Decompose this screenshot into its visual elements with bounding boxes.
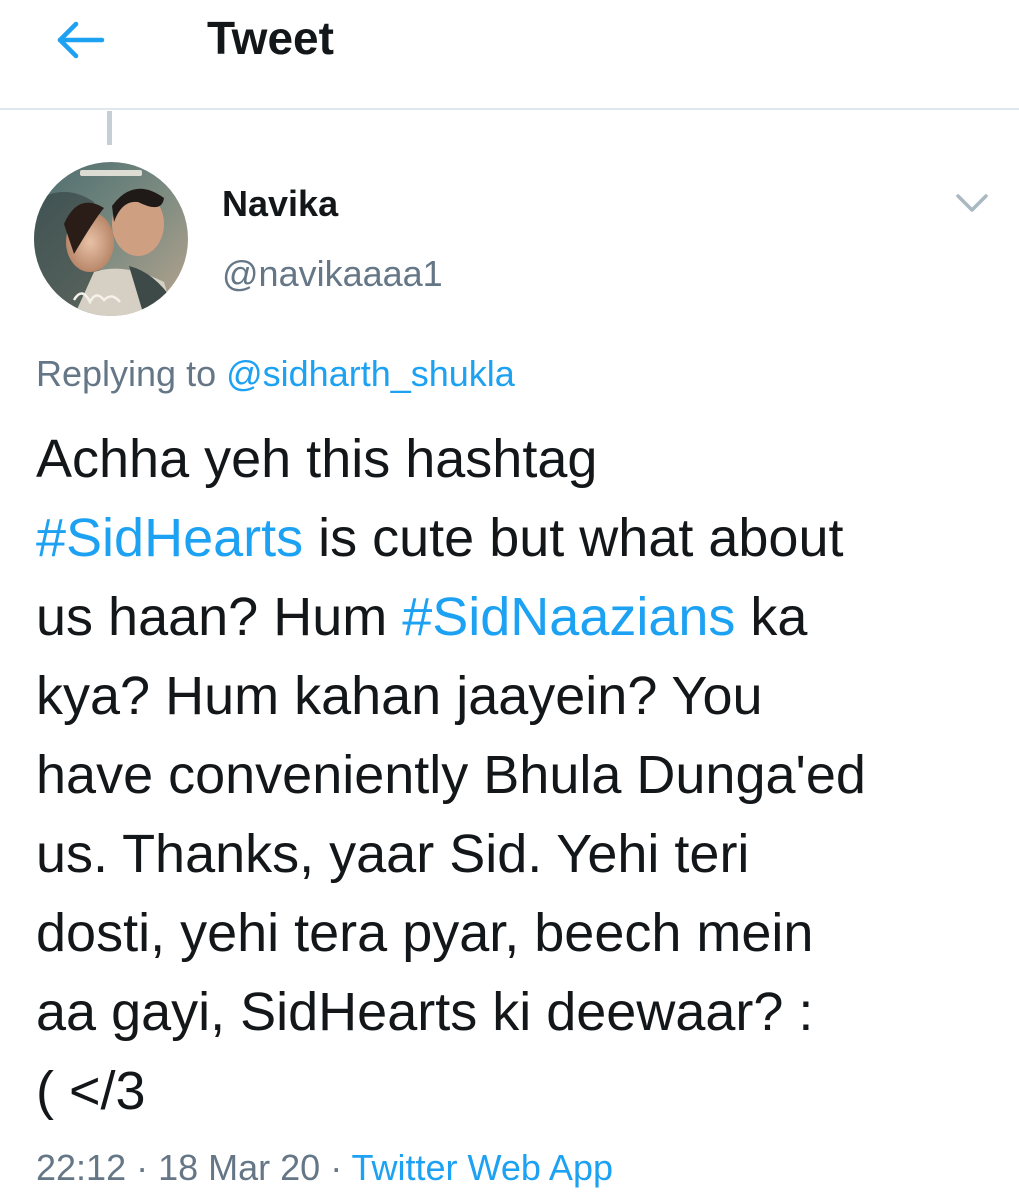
tweet-meta: 22:12 · 18 Mar 20 · Twitter Web App [36,1146,613,1190]
chevron-down-icon [952,186,992,220]
tweet-time: 22:12 [36,1147,127,1188]
tweet-text-segment: Achha yeh this hashtag [36,429,598,489]
tweet-line: ( </3 [36,1052,996,1131]
meta-separator: · [320,1147,352,1188]
tweet-text-segment: is cute but what about [303,508,844,568]
replying-prefix: Replying to [36,353,227,394]
tweet-line: dosti, yehi tera pyar, beech mein [36,894,996,973]
author-handle[interactable]: @navikaaaa1 [222,252,443,296]
tweet-source-link[interactable]: Twitter Web App [352,1147,613,1188]
hashtag-link[interactable]: #SidHearts [36,508,303,568]
replying-to: Replying to @sidharth_shukla [36,352,515,396]
tweet-line: #SidHearts is cute but what about [36,499,996,578]
avatar[interactable] [34,162,188,316]
tweet-text-segment: us. Thanks, yaar Sid. Yehi teri [36,824,750,884]
tweet-line: us haan? Hum #SidNaazians ka [36,578,996,657]
meta-separator: · [126,1147,159,1188]
thread-connector [107,111,112,145]
tweet-text-segment: aa gayi, SidHearts ki deewaar? : [36,982,814,1042]
tweet-line: aa gayi, SidHearts ki deewaar? : [36,973,996,1052]
tweet-line: us. Thanks, yaar Sid. Yehi teri [36,815,996,894]
replying-to-link[interactable]: @sidharth_shukla [226,353,515,394]
tweet-text-segment: have conveniently Bhula Dunga'ed [36,745,866,805]
tweet-body: Achha yeh this hashtag #SidHearts is cute… [36,420,996,1131]
tweet-text-segment: dosti, yehi tera pyar, beech mein [36,903,814,963]
tweet-text-segment: ka [735,587,808,647]
tweet-text-segment: ( </3 [36,1061,146,1121]
tweet-line: Achha yeh this hashtag [36,420,996,499]
tweet-text-segment: us haan? Hum [36,587,403,647]
hashtag-link[interactable]: #SidNaazians [402,587,735,647]
tweet-date: 18 Mar 20 [158,1147,321,1188]
author-display-name[interactable]: Navika [222,182,338,226]
top-bar: Tweet [0,0,1019,110]
page-title: Tweet [207,12,334,64]
arrow-left-icon [52,18,108,62]
tweet-line: have conveniently Bhula Dunga'ed [36,736,996,815]
tweet-text-segment: kya? Hum kahan jaayein? You [36,666,763,726]
tweet-menu-button[interactable] [952,186,992,220]
tweet-line: kya? Hum kahan jaayein? You [36,657,996,736]
back-button[interactable] [52,18,108,62]
